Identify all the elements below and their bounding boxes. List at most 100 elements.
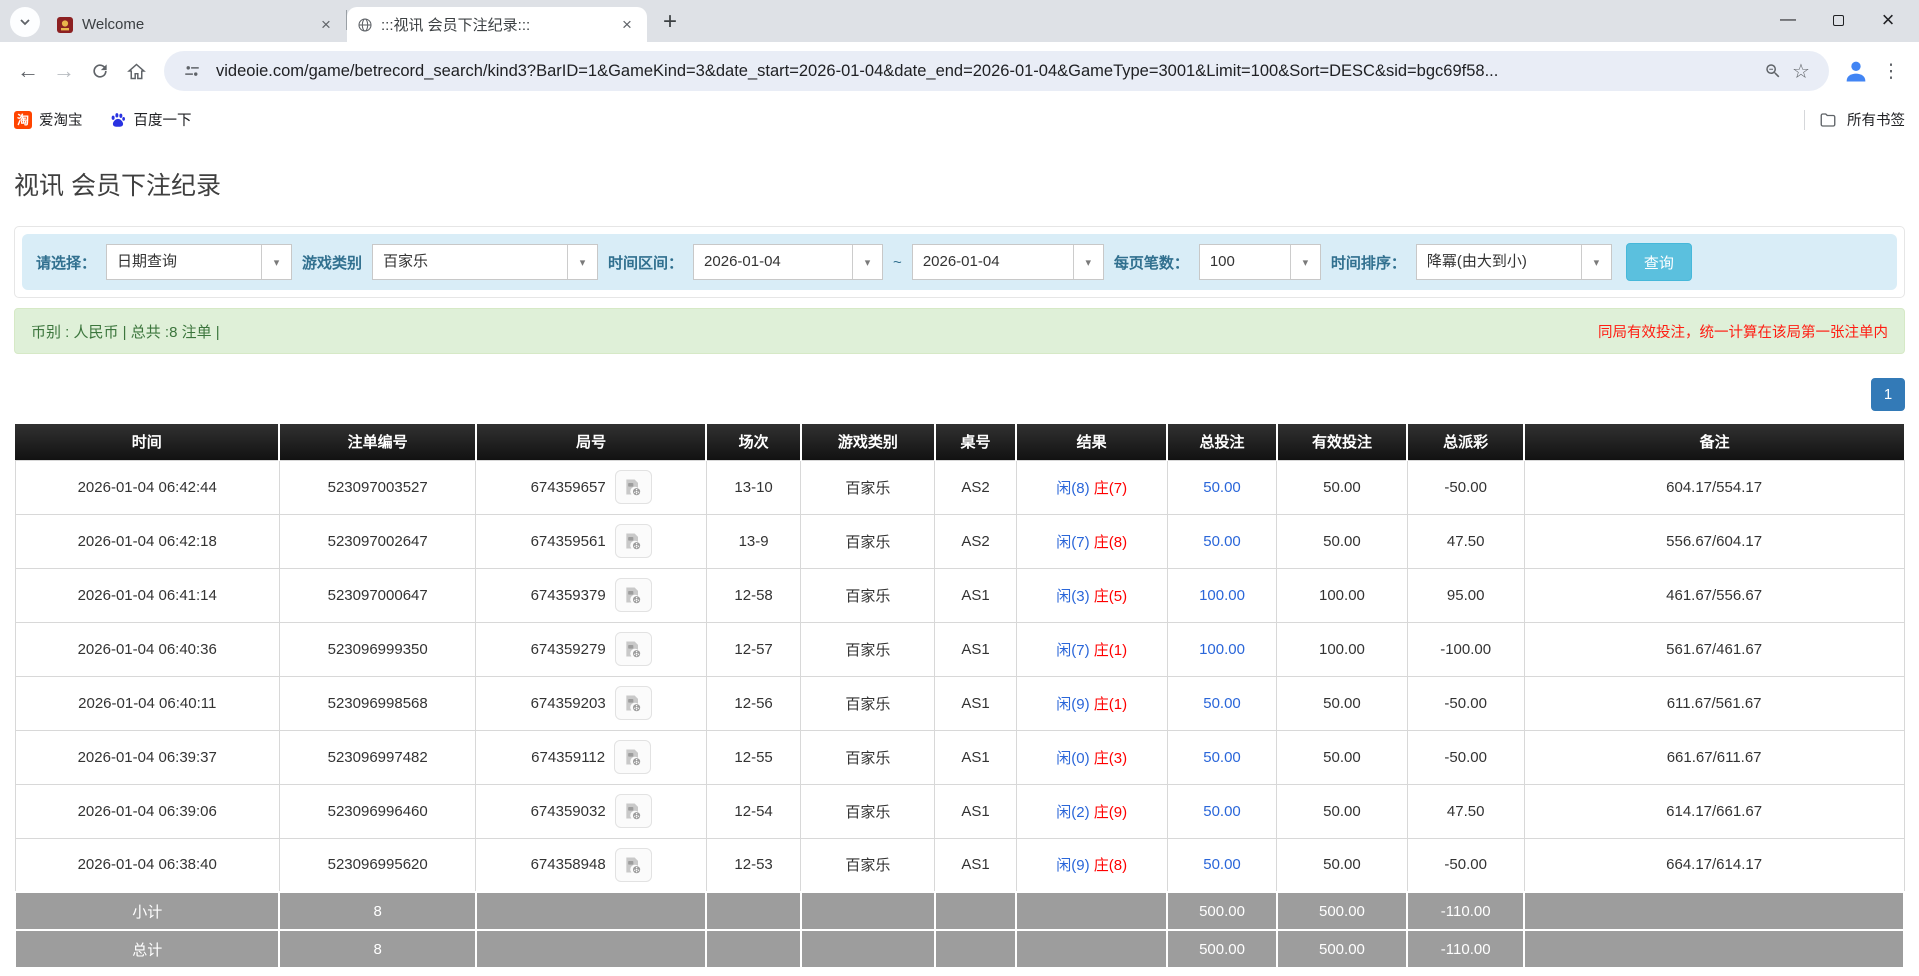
site-settings-icon[interactable] bbox=[178, 57, 206, 85]
browser-window: Welcome × :::视讯 会员下注纪录::: × + — × ← → bbox=[0, 0, 1919, 140]
result-player: 闲(2) bbox=[1056, 804, 1089, 821]
cell-time: 2026-01-04 06:39:06 bbox=[15, 784, 279, 838]
home-button[interactable] bbox=[118, 53, 154, 89]
cell-session: 12-54 bbox=[706, 784, 800, 838]
select-label: 请选择： bbox=[36, 252, 96, 273]
maximize-button[interactable] bbox=[1813, 0, 1863, 40]
video-record-button[interactable] bbox=[615, 794, 652, 828]
total-bet-link[interactable]: 50.00 bbox=[1203, 803, 1241, 820]
folder-icon bbox=[1819, 111, 1837, 129]
cell-time: 2026-01-04 06:42:18 bbox=[15, 514, 279, 568]
back-button[interactable]: ← bbox=[10, 53, 46, 89]
cell-total-bet: 50.00 bbox=[1167, 784, 1277, 838]
date-start-input[interactable]: 2026-01-04 ▾ bbox=[693, 244, 883, 280]
sum-empty bbox=[476, 892, 706, 930]
cell-valid-bet: 50.00 bbox=[1277, 730, 1407, 784]
reload-button[interactable] bbox=[82, 53, 118, 89]
chevron-down-icon[interactable]: ▾ bbox=[567, 245, 597, 279]
sum-remark bbox=[1524, 892, 1904, 930]
cell-remark: 664.17/614.17 bbox=[1524, 838, 1904, 892]
chevron-down-icon[interactable]: ▾ bbox=[1290, 245, 1320, 279]
tab-close-icon[interactable]: × bbox=[316, 15, 336, 35]
cell-result: 闲(2) 庄(9) bbox=[1016, 784, 1167, 838]
cell-table: AS1 bbox=[935, 676, 1016, 730]
cell-bet-id: 523096999350 bbox=[279, 622, 475, 676]
cell-time: 2026-01-04 06:39:37 bbox=[15, 730, 279, 784]
round-cell: 674359112 bbox=[531, 740, 651, 774]
person-icon bbox=[1842, 57, 1870, 85]
profile-avatar[interactable] bbox=[1839, 54, 1873, 88]
date-end-input[interactable]: 2026-01-04 ▾ bbox=[912, 244, 1104, 280]
sum-payout: -110.00 bbox=[1407, 892, 1524, 930]
minimize-button[interactable]: — bbox=[1763, 0, 1813, 40]
chevron-down-icon[interactable]: ▾ bbox=[1581, 245, 1611, 279]
search-button[interactable]: 查询 bbox=[1626, 243, 1692, 281]
date-range-label: 时间区间： bbox=[608, 252, 683, 273]
sum-label: 总计 bbox=[15, 930, 279, 968]
tab-search-button[interactable] bbox=[10, 7, 40, 37]
bookmark-baidu[interactable]: 百度一下 bbox=[109, 109, 192, 130]
maximize-icon bbox=[1833, 15, 1844, 26]
forward-button[interactable]: → bbox=[46, 53, 82, 89]
total-bet-link[interactable]: 50.00 bbox=[1203, 533, 1241, 550]
video-record-icon bbox=[623, 855, 643, 875]
pagination: 1 bbox=[14, 378, 1905, 411]
video-record-button[interactable] bbox=[614, 740, 651, 774]
cell-table: AS2 bbox=[935, 514, 1016, 568]
page-size-select[interactable]: 100 ▾ bbox=[1199, 244, 1321, 280]
total-bet-link[interactable]: 50.00 bbox=[1203, 856, 1241, 873]
zoom-out-icon[interactable] bbox=[1759, 57, 1787, 85]
table-row: 2026-01-04 06:40:36523096999350674359279… bbox=[15, 622, 1904, 676]
total-bet-link[interactable]: 50.00 bbox=[1203, 479, 1241, 496]
round-number: 674359657 bbox=[531, 479, 606, 496]
col-time: 时间 bbox=[15, 424, 279, 460]
video-record-button[interactable] bbox=[615, 470, 652, 504]
sort-select[interactable]: 降冪(由大到小) ▾ bbox=[1416, 244, 1612, 280]
cell-remark: 604.17/554.17 bbox=[1524, 460, 1904, 514]
total-bet-link[interactable]: 50.00 bbox=[1203, 749, 1241, 766]
cell-bet-id: 523097000647 bbox=[279, 568, 475, 622]
total-bet-link[interactable]: 50.00 bbox=[1203, 695, 1241, 712]
bookmark-taobao[interactable]: 淘 爱淘宝 bbox=[14, 109, 83, 130]
video-record-button[interactable] bbox=[615, 632, 652, 666]
cell-remark: 561.67/461.67 bbox=[1524, 622, 1904, 676]
browser-menu-button[interactable]: ⋮ bbox=[1873, 53, 1909, 89]
game-kind-select[interactable]: 百家乐 ▾ bbox=[372, 244, 598, 280]
total-bet-link[interactable]: 100.00 bbox=[1199, 587, 1245, 604]
table-row: 2026-01-04 06:41:14523097000647674359379… bbox=[15, 568, 1904, 622]
sum-empty bbox=[706, 892, 800, 930]
page-1-button[interactable]: 1 bbox=[1871, 378, 1905, 411]
sum-valid-bet: 500.00 bbox=[1277, 892, 1407, 930]
tab-close-icon[interactable]: × bbox=[617, 15, 637, 35]
query-type-select[interactable]: 日期查询 ▾ bbox=[106, 244, 292, 280]
chevron-down-icon[interactable]: ▾ bbox=[852, 245, 882, 279]
bookmark-star-icon[interactable]: ☆ bbox=[1787, 57, 1815, 85]
round-cell: 674359032 bbox=[531, 794, 652, 828]
all-bookmarks-button[interactable]: 所有书签 bbox=[1804, 109, 1905, 130]
video-record-button[interactable] bbox=[615, 578, 652, 612]
new-tab-button[interactable]: + bbox=[655, 7, 685, 37]
table-header-row: 时间 注单编号 局号 场次 游戏类别 桌号 结果 总投注 有效投注 总派彩 备注 bbox=[15, 424, 1904, 460]
cell-remark: 661.67/611.67 bbox=[1524, 730, 1904, 784]
cell-result: 闲(0) 庄(3) bbox=[1016, 730, 1167, 784]
tab-welcome[interactable]: Welcome × bbox=[46, 7, 346, 42]
video-record-button[interactable] bbox=[615, 848, 652, 882]
cell-time: 2026-01-04 06:41:14 bbox=[15, 568, 279, 622]
round-cell: 674359279 bbox=[531, 632, 652, 666]
total-bet-link[interactable]: 100.00 bbox=[1199, 641, 1245, 658]
table-row: 2026-01-04 06:39:06523096996460674359032… bbox=[15, 784, 1904, 838]
cell-game-kind: 百家乐 bbox=[801, 784, 935, 838]
close-button[interactable]: × bbox=[1863, 0, 1913, 40]
home-icon bbox=[126, 61, 147, 82]
chevron-down-icon[interactable]: ▾ bbox=[1073, 245, 1103, 279]
cell-total-bet: 100.00 bbox=[1167, 622, 1277, 676]
chevron-down-icon[interactable]: ▾ bbox=[261, 245, 291, 279]
video-record-button[interactable] bbox=[615, 686, 652, 720]
col-bet-id: 注单编号 bbox=[279, 424, 475, 460]
video-record-button[interactable] bbox=[615, 524, 652, 558]
browser-toolbar: ← → videoie.com/game/betrecord_search/ki… bbox=[0, 42, 1919, 100]
cell-game-kind: 百家乐 bbox=[801, 676, 935, 730]
url-bar[interactable]: videoie.com/game/betrecord_search/kind3?… bbox=[164, 51, 1829, 91]
result-player: 闲(7) bbox=[1056, 642, 1089, 659]
tab-betrecord[interactable]: :::视讯 会员下注纪录::: × bbox=[347, 7, 647, 42]
